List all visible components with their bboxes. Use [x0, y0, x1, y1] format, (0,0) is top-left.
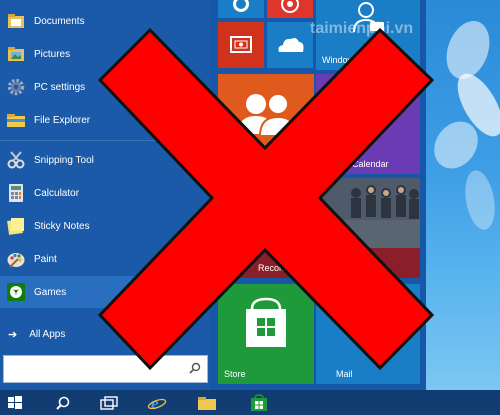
search-input[interactable]: [4, 356, 174, 382]
start-menu-list: Documents Pictures PC settings File Expl…: [0, 0, 210, 390]
menu-item-calculator[interactable]: Calculator: [0, 177, 210, 209]
menu-item-paint[interactable]: Paint: [0, 243, 210, 275]
menu-item-label: PC settings: [34, 81, 86, 93]
internet-explorer-button[interactable]: e: [142, 390, 172, 415]
store-bag-icon: [246, 297, 286, 347]
tile-music[interactable]: [267, 0, 313, 18]
menu-item-label: File Explorer: [34, 114, 91, 126]
all-apps-label: All Apps: [29, 328, 66, 340]
search-icon[interactable]: [189, 362, 201, 374]
internet-explorer-icon: e: [147, 394, 167, 413]
cloud-icon: [278, 38, 304, 52]
tile-video[interactable]: [218, 22, 264, 68]
tile-people[interactable]: [218, 74, 314, 174]
taskbar-search-button[interactable]: [48, 390, 78, 415]
menu-divider: [0, 140, 210, 141]
scissors-icon: [6, 150, 26, 170]
tile-label: Store: [224, 369, 246, 379]
start-button[interactable]: [0, 390, 30, 415]
menu-item-sticky-notes[interactable]: Sticky Notes: [0, 210, 210, 242]
menu-item-label: Paint: [34, 253, 57, 265]
all-apps-button[interactable]: ➔ All Apps: [0, 320, 210, 348]
tile-label: News: [366, 263, 389, 273]
start-menu: Documents Pictures PC settings File Expl…: [0, 0, 426, 390]
tile-onedrive[interactable]: [267, 22, 313, 68]
news-photo: [316, 178, 420, 248]
tile-calendar[interactable]: Calendar: [316, 74, 420, 174]
file-explorer-icon: [6, 110, 26, 130]
people-icon: [238, 93, 298, 137]
menu-item-file-explorer[interactable]: File Explorer: [0, 104, 210, 136]
tile-skype[interactable]: [218, 0, 264, 18]
sticky-notes-icon: [6, 216, 26, 236]
search-icon: [56, 396, 70, 410]
desktop-wallpaper: [426, 0, 500, 390]
watermark: taimienphi.vn: [310, 20, 414, 37]
menu-item-documents[interactable]: Documents: [0, 5, 210, 37]
taskbar: e: [0, 390, 500, 415]
menu-item-label: Pictures: [34, 48, 71, 60]
store-taskbar-button[interactable]: [244, 390, 274, 415]
menu-item-snipping-tool[interactable]: Snipping Tool: [0, 144, 210, 176]
menu-item-games[interactable]: Games: [0, 276, 210, 308]
menu-item-label: Calculator: [34, 187, 80, 199]
folder-icon: [198, 396, 216, 410]
task-view-button[interactable]: [94, 390, 124, 415]
menu-item-label: Sticky Notes: [34, 220, 90, 232]
tile-sports[interactable]: Recons: [218, 178, 314, 278]
menu-item-pictures[interactable]: Pictures: [0, 38, 210, 70]
tile-mail[interactable]: Mail: [316, 284, 420, 384]
store-icon: [251, 393, 267, 411]
tile-label: Windows Feedback: [322, 55, 401, 65]
file-explorer-button[interactable]: [192, 390, 222, 415]
tile-label: Mail: [336, 369, 353, 379]
svg-text:e: e: [151, 394, 159, 413]
menu-item-label: Snipping Tool: [34, 154, 94, 166]
tile-label: Recons: [258, 263, 289, 273]
arrow-right-icon: ➔: [8, 328, 18, 341]
video-icon: [230, 36, 252, 53]
tile-news[interactable]: News: [316, 178, 420, 278]
windows-logo-icon: [8, 395, 22, 409]
gear-icon: [6, 77, 26, 97]
menu-item-label: Documents: [34, 15, 85, 27]
xbox-icon: [6, 282, 26, 302]
paint-palette-icon: [6, 249, 26, 269]
tile-label: Calendar: [352, 159, 389, 169]
task-view-icon: [100, 395, 118, 410]
documents-folder-icon: [6, 11, 26, 31]
calculator-icon: [6, 183, 26, 203]
menu-item-pc-settings[interactable]: PC settings: [0, 71, 210, 103]
pictures-folder-icon: [6, 44, 26, 64]
search-box[interactable]: [3, 355, 208, 383]
tile-store[interactable]: Store: [218, 284, 314, 384]
menu-item-label: Games: [34, 286, 67, 298]
